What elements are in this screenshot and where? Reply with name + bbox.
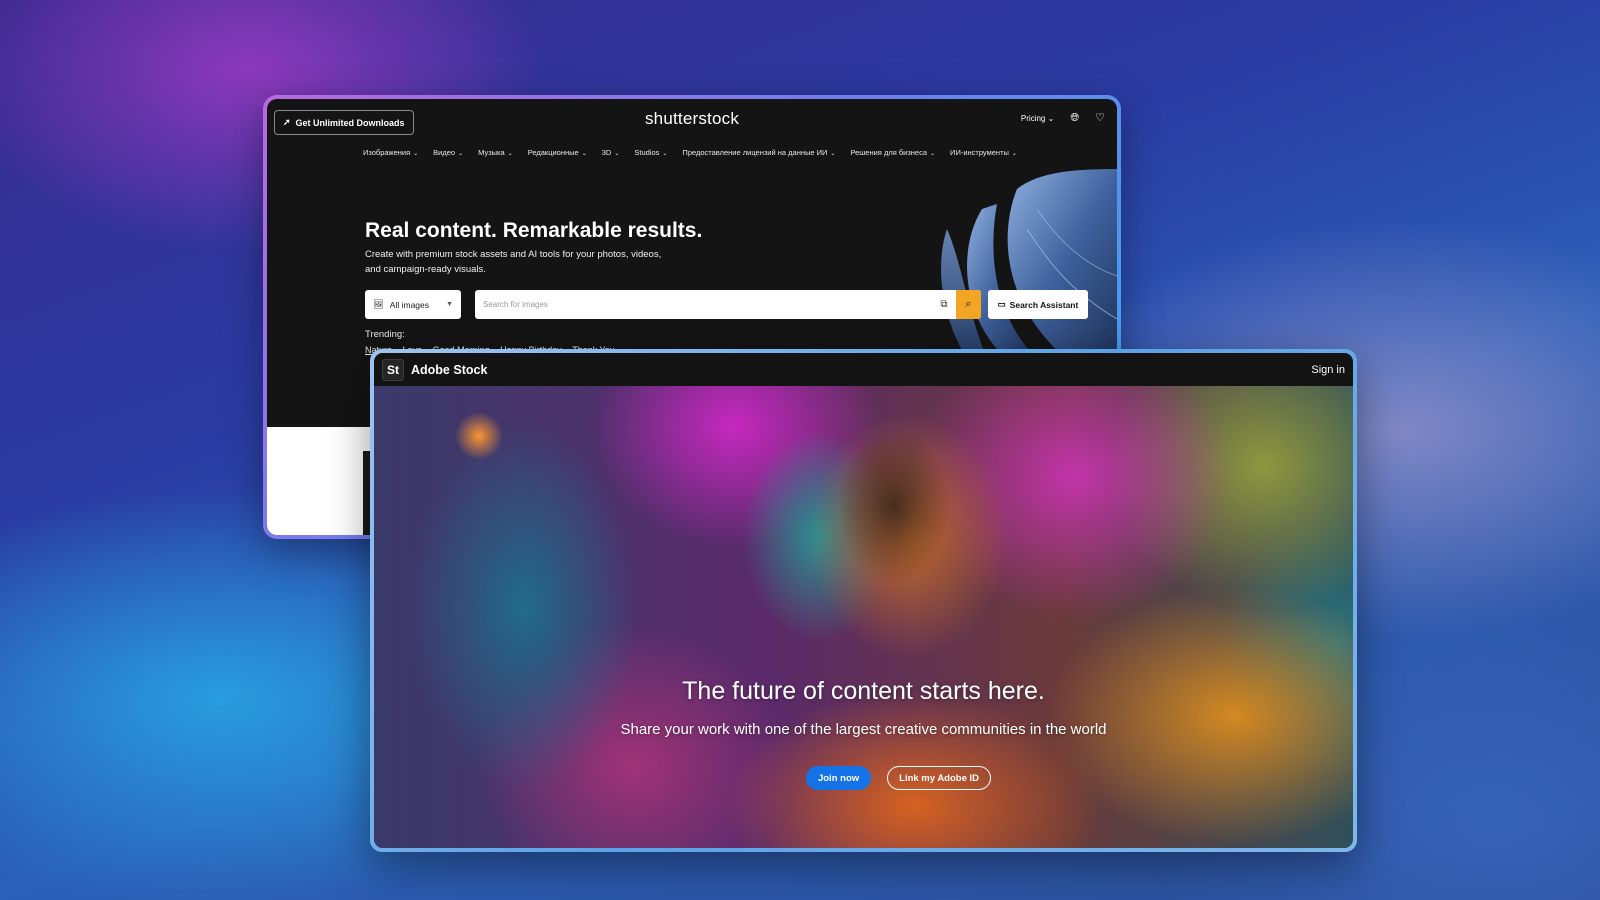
- nav-item-label: Видео: [433, 148, 456, 157]
- nav-item-label: Решения для бизнеса: [850, 148, 928, 157]
- heart-icon[interactable]: ♡: [1095, 113, 1105, 124]
- link-adobe-id-button[interactable]: Link my Adobe ID: [887, 766, 992, 790]
- image-icon: 🖼︎: [373, 299, 384, 309]
- chat-icon: ▭: [997, 299, 1006, 309]
- chevron-down-icon: ⌄: [614, 151, 620, 157]
- nav-item-3d[interactable]: 3D ⌄: [602, 148, 620, 157]
- search-icon: ⌕: [965, 298, 972, 310]
- nav-item-ai-tools[interactable]: ИИ-инструменты ⌄: [950, 148, 1017, 157]
- chevron-down-icon: ⌄: [1011, 151, 1017, 157]
- image-search-icon[interactable]: ⧉: [932, 299, 956, 310]
- hero-actions: Join now Link my Adobe ID: [374, 766, 1353, 790]
- hero-subline: Share your work with one of the largest …: [620, 721, 1107, 738]
- sign-in-link[interactable]: Sign in: [1311, 364, 1345, 376]
- adobe-stock-window: St Adobe Stock Sign in The future of con…: [374, 353, 1353, 848]
- pricing-menu[interactable]: Pricing ⌄: [1021, 114, 1054, 123]
- chevron-down-icon: ⌄: [413, 151, 419, 157]
- chevron-down-icon: ⌄: [581, 151, 587, 157]
- nav-item-label: Редакционные: [527, 148, 579, 157]
- hero-headline: The future of content starts here.: [682, 677, 1045, 705]
- adobe-stock-brand[interactable]: Adobe Stock: [411, 363, 487, 377]
- nav-item-images[interactable]: Изображения ⌄: [363, 148, 418, 157]
- shutterstock-main-nav: Изображения ⌄ Видео ⌄ Музыка ⌄ Редакционные…: [363, 148, 1017, 157]
- search-bar: ⧉ ⌕: [475, 290, 981, 319]
- hero-photo: The future of content starts here. Share…: [374, 386, 1353, 848]
- hero-leaf-artwork: [941, 169, 1117, 359]
- hero-subtitle: Create with premium stock assets and AI …: [365, 249, 662, 275]
- adobe-stock-topbar: St Adobe Stock Sign in: [374, 353, 1353, 386]
- nav-item-editorial[interactable]: Редакционные ⌄: [528, 148, 587, 157]
- shutterstock-header-actions: Pricing ⌄ 🌐︎ ♡: [1021, 113, 1105, 124]
- search-assistant-label: Search Assistant: [1009, 299, 1079, 310]
- chevron-down-icon: ⌄: [1047, 114, 1055, 123]
- trending-label: Trending:: [365, 329, 405, 340]
- media-type-dropdown[interactable]: 🖼︎ All images ▼: [365, 290, 461, 319]
- search-input[interactable]: [475, 290, 932, 319]
- chevron-down-icon: ⌄: [830, 151, 836, 157]
- nav-item-business-solutions[interactable]: Решения для бизнеса ⌄: [850, 148, 935, 157]
- adobe-stock-window-frame: St Adobe Stock Sign in The future of con…: [370, 349, 1357, 852]
- nav-item-ai-data-licensing[interactable]: Предоставление лицензий на данные ИИ ⌄: [682, 148, 835, 157]
- adobe-stock-logo[interactable]: St: [382, 358, 404, 381]
- nav-item-label: Studios: [634, 148, 660, 157]
- search-button[interactable]: ⌕: [956, 290, 981, 319]
- shutterstock-topbar: ➚ Get Unlimited Downloads shutterstock P…: [267, 99, 1117, 143]
- nav-item-music[interactable]: Музыка ⌄: [478, 148, 513, 157]
- nav-item-studios[interactable]: Studios ⌄: [634, 148, 667, 157]
- nav-item-video[interactable]: Видео ⌄: [433, 148, 463, 157]
- search-assistant-button[interactable]: ▭ Search Assistant: [988, 290, 1088, 319]
- chevron-down-icon: ⌄: [662, 151, 668, 157]
- shutterstock-logo[interactable]: shutterstock: [267, 109, 1117, 129]
- chevron-down-icon: ⌄: [930, 151, 936, 157]
- nav-item-label: 3D: [601, 148, 612, 157]
- nav-item-label: ИИ-инструменты: [950, 148, 1009, 157]
- chevron-down-icon: ⌄: [458, 151, 464, 157]
- pricing-label: Pricing: [1020, 114, 1046, 123]
- join-now-button[interactable]: Join now: [805, 766, 872, 790]
- media-type-label: All images: [389, 299, 430, 310]
- caret-down-icon: ▼: [446, 301, 453, 308]
- globe-icon[interactable]: 🌐︎: [1070, 113, 1079, 124]
- nav-item-label: Изображения: [363, 148, 411, 157]
- nav-item-label: Музыка: [478, 148, 505, 157]
- nav-item-label: Предоставление лицензий на данные ИИ: [682, 148, 828, 157]
- hero-title: Real content. Remarkable results.: [365, 219, 703, 242]
- chevron-down-icon: ⌄: [507, 151, 513, 157]
